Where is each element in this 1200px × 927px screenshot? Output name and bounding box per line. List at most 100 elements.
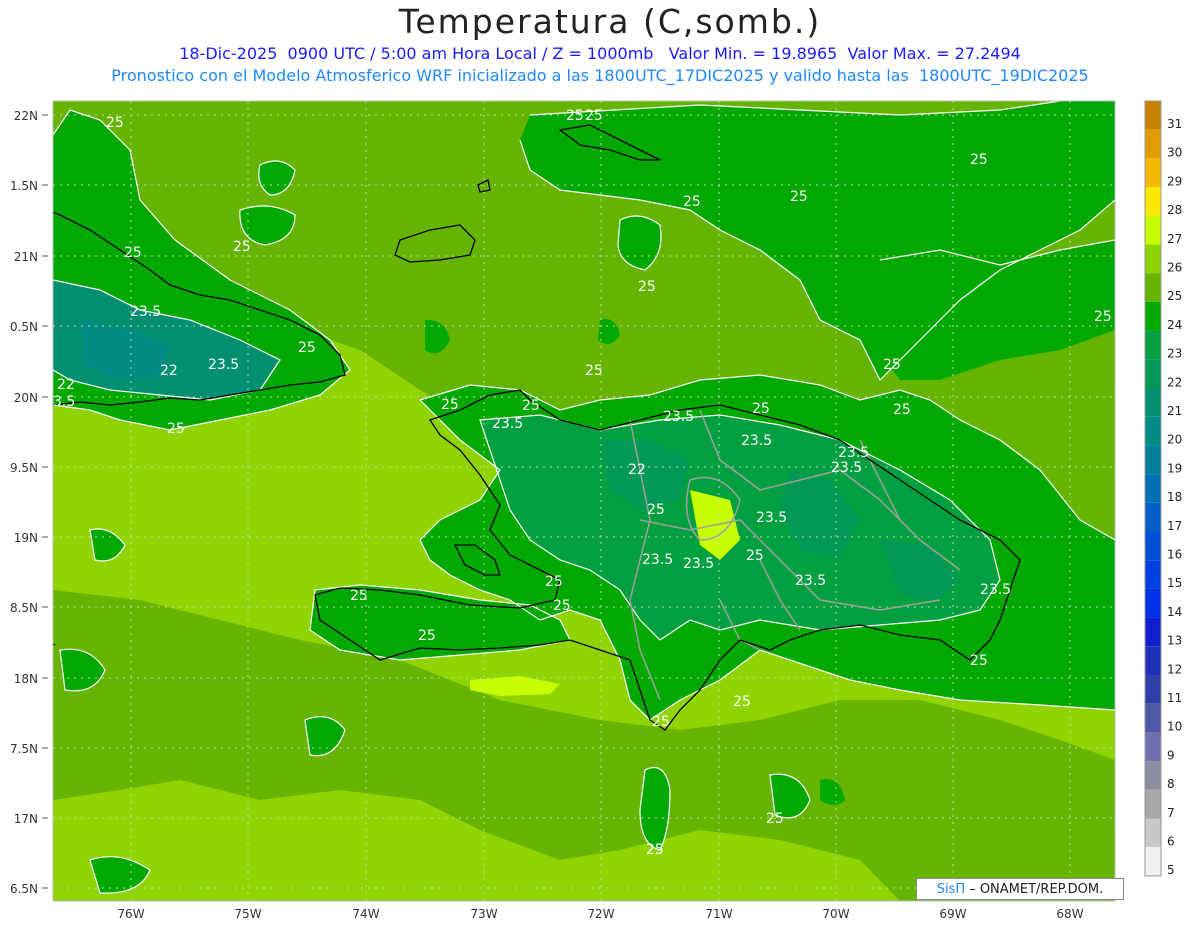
colorbar-level-label: 26 [1167,261,1182,275]
contour-label: 25 [418,628,436,644]
colorbar-level-label: 16 [1167,548,1182,562]
colorbar-swatch [1145,617,1161,647]
colorbar-swatch [1145,703,1161,733]
contour-label: 23.5 [795,573,826,589]
contour-label: 25 [790,189,808,205]
colorbar-swatch [1145,101,1161,130]
lat-label: 22N [14,109,38,123]
lon-label: 68W [1056,907,1083,921]
colorbar-swatch [1145,675,1161,704]
colorbar-swatch [1145,129,1161,159]
contour-label: 22 [160,363,178,379]
contour-label: 25 [752,401,770,417]
lat-label: 17N [14,812,38,826]
contour-label: 23.5 [663,409,694,425]
contour-label: 25 [585,363,603,379]
contour-label: 25 [970,653,988,669]
colorbar-swatch [1145,273,1161,302]
lat-label: 19N [14,531,38,545]
sispi-logo: SisΠ [936,881,966,897]
colorbar-level-label: 31 [1167,117,1182,131]
contour-label: 23.5 [492,416,523,432]
colorbar-swatch [1145,761,1161,790]
contour-label: 25 [893,402,911,418]
lon-label: 69W [939,907,966,921]
contour-label: 25 [683,194,701,210]
colorbar-level-label: 17 [1167,519,1182,533]
contour-label: 25 [124,245,142,261]
colorbar-swatch [1145,560,1161,589]
contour-label: 23.5 [838,445,869,461]
colorbar-level-label: 5 [1167,863,1175,877]
contour-label: 25 [566,108,584,124]
longitude-axis: 76W 75W 74W 73W 72W 71W 70W 69W 68W [117,907,1083,921]
colorbar-level-label: 19 [1167,461,1182,475]
contour-label: 25 [298,340,316,356]
contour-label: 25 [106,115,124,131]
contour-label: 23.5 [208,357,239,373]
lon-label: 74W [352,907,379,921]
contour-label: 25 [638,279,656,295]
colorbar-level-label: 13 [1167,634,1182,648]
lat-label: 1.5N [10,179,38,193]
map-canvas: 25 25 25 25 25 25 23.5 22 23.5 22 3.5 25… [10,100,1182,921]
credit-box: SisΠ – ONAMET/REP.DOM. [916,878,1124,900]
contour-label: 25 [553,598,571,614]
contour-label: 23.5 [130,304,161,320]
lat-label: 9.5N [10,461,38,475]
contour-label: 25 [522,398,540,414]
contour-label: 23.5 [741,433,772,449]
colorbar-swatch [1145,732,1161,762]
colorbar-swatch [1145,818,1161,848]
colorbar-level-label: 27 [1167,232,1182,246]
contour-label: 25 [1094,309,1112,325]
colorbar-swatch [1145,588,1161,618]
contour-label: 3.5 [53,394,75,410]
colorbar-swatch [1145,531,1161,561]
colorbar-level-label: 9 [1167,748,1175,762]
colorbar-swatch [1145,789,1161,819]
contour-label: 25 [883,357,901,373]
contour-label: 25 [970,152,988,168]
lat-label: 6.5N [10,882,38,896]
latitude-ticks [42,114,48,889]
colorbar-swatch [1145,646,1161,675]
colorbar-swatch [1145,388,1161,417]
colorbar-swatch [1145,215,1161,245]
colorbar-swatch [1145,359,1161,388]
colorbar-level-label: 22 [1167,375,1182,389]
contour-label: 25 [233,239,251,255]
colorbar-level-label: 25 [1167,289,1182,303]
contour-label: 25 [647,502,665,518]
colorbar-level-label: 12 [1167,662,1182,676]
contour-label: 23.5 [980,582,1011,598]
colorbar-swatch [1145,158,1161,188]
lat-label: 0.5N [10,320,38,334]
colorbar-level-label: 21 [1167,404,1182,418]
colorbar-level-label: 6 [1167,835,1175,849]
colorbar-level-label: 24 [1167,318,1182,332]
contour-label: 22 [57,377,75,393]
colorbar-swatch [1145,301,1161,331]
colorbar-level-label: 18 [1167,490,1182,504]
contour-label: 23.5 [642,552,673,568]
lon-label: 76W [117,907,144,921]
contour-label: 25 [585,108,603,124]
contour-label: 25 [441,397,459,413]
contour-label: 25 [746,548,764,564]
lon-label: 72W [587,907,614,921]
contour-label: 23.5 [831,460,862,476]
colorbar-level-label: 11 [1167,691,1182,705]
colorbar-swatch [1145,474,1161,503]
credit-text: – ONAMET/REP.DOM. [969,881,1104,897]
lon-label: 70W [822,907,849,921]
colorbar: 31 30 29 28 27 26 25 24 23 22 21 20 19 18 17 16 15 14 13 12… [1144,100,1182,877]
colorbar-level-label: 30 [1167,146,1182,160]
contour-label: 22 [628,462,646,478]
lon-label: 75W [234,907,261,921]
colorbar-swatch [1145,244,1161,274]
contour-label: 25 [733,694,751,710]
colorbar-level-label: 29 [1167,174,1182,188]
contour-label: 25 [545,574,563,590]
colorbar-level-label: 20 [1167,433,1182,447]
